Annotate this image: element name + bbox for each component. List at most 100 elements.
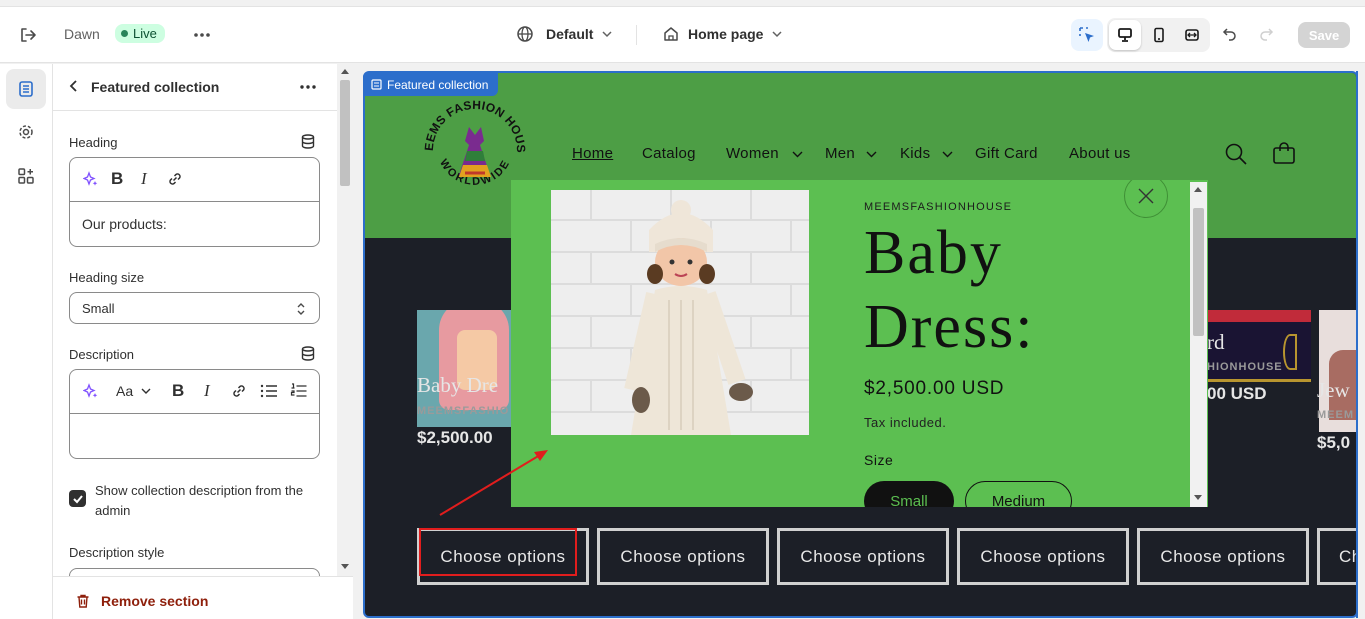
exit-icon[interactable] xyxy=(18,25,38,45)
modal-scroll-thumb[interactable] xyxy=(1193,208,1204,336)
scroll-up-arrow[interactable] xyxy=(341,68,349,74)
scroll-down-arrow[interactable] xyxy=(341,564,349,570)
font-size-dropdown[interactable]: Aa xyxy=(116,383,151,399)
nav-men[interactable]: Men xyxy=(825,145,855,162)
nav-home[interactable]: Home xyxy=(572,145,613,162)
close-button[interactable] xyxy=(1124,180,1168,218)
nav-about-us[interactable]: About us xyxy=(1069,145,1131,162)
chevron-down-icon xyxy=(942,151,953,158)
scroll-up-arrow[interactable] xyxy=(1194,186,1202,192)
section-tag[interactable]: Featured collection xyxy=(363,73,499,96)
choose-options-button[interactable]: Choose options xyxy=(957,528,1129,585)
choose-options-button[interactable]: Choose options xyxy=(777,528,949,585)
settings-rail-button[interactable] xyxy=(6,112,46,152)
back-arrow-icon[interactable] xyxy=(67,79,81,98)
modal-price: $2,500.00 USD xyxy=(864,378,1005,399)
size-label: Size xyxy=(864,452,894,468)
save-button[interactable]: Save xyxy=(1298,22,1350,48)
nav-kids[interactable]: Kids xyxy=(900,145,930,162)
remove-section-label: Remove section xyxy=(101,593,209,609)
more-actions-icon[interactable] xyxy=(299,78,317,101)
panel-header: Featured collection xyxy=(53,64,337,111)
link-icon[interactable] xyxy=(230,382,248,405)
dynamic-source-icon[interactable] xyxy=(301,134,315,154)
heading-input[interactable]: Our products: xyxy=(82,216,167,232)
product-vendor: MEEM xyxy=(1317,409,1354,421)
select-arrows-icon xyxy=(295,301,307,322)
panel-scrollbar[interactable] xyxy=(337,64,353,576)
scroll-down-arrow[interactable] xyxy=(1194,495,1202,501)
bullet-list-icon[interactable] xyxy=(260,383,278,404)
chevron-down-icon xyxy=(141,388,151,394)
product-title[interactable]: Baby Dre xyxy=(417,373,498,398)
dynamic-source-icon[interactable] xyxy=(301,346,315,366)
remove-section-button[interactable]: Remove section xyxy=(75,593,208,609)
apps-rail-button[interactable] xyxy=(6,156,46,196)
nav-catalog[interactable]: Catalog xyxy=(642,145,696,162)
choose-options-button[interactable]: Ch xyxy=(1317,528,1356,585)
heading-size-label: Heading size xyxy=(69,270,145,285)
size-option-medium[interactable]: Medium xyxy=(965,481,1072,507)
more-actions-icon[interactable] xyxy=(192,25,212,45)
template-select-label: Default xyxy=(546,26,594,42)
choose-options-button[interactable]: Choose options xyxy=(597,528,769,585)
editor-rail xyxy=(0,64,53,619)
nav-gift-card[interactable]: Gift Card xyxy=(975,145,1038,162)
choose-options-button[interactable]: Choose options xyxy=(1137,528,1309,585)
heading-label: Heading xyxy=(69,135,118,150)
font-size-label: Aa xyxy=(116,383,134,399)
settings-panel: Featured collection Heading B I Our prod… xyxy=(53,64,353,619)
bold-icon[interactable]: B xyxy=(111,169,123,189)
description-toolbar: Aa B I xyxy=(70,370,319,414)
home-icon xyxy=(664,27,678,41)
product-title[interactable]: rd xyxy=(1207,330,1225,355)
trash-icon xyxy=(77,594,89,608)
inspector-toggle[interactable] xyxy=(1071,19,1103,51)
italic-icon[interactable]: I xyxy=(204,381,210,401)
fullscreen-view-button[interactable] xyxy=(1176,20,1208,50)
cursor-select-icon xyxy=(1079,27,1094,42)
cart-icon[interactable] xyxy=(1272,141,1296,170)
chevron-down-icon xyxy=(602,31,612,38)
editor-topbar: Dawn Live Default Home page Save xyxy=(0,6,1365,63)
modal-title-line: Dress: xyxy=(864,293,1035,361)
viewport-toggle-group xyxy=(1107,18,1210,52)
numbered-list-icon[interactable] xyxy=(290,382,308,405)
heading-size-value: Small xyxy=(82,301,115,316)
description-richtext-editor: Aa B I xyxy=(69,369,320,459)
panel-scroll-thumb[interactable] xyxy=(340,80,350,186)
product-price: $5,0 xyxy=(1317,433,1351,452)
description-label: Description xyxy=(69,347,135,362)
template-select[interactable]: Default xyxy=(516,25,613,43)
panel-title: Featured collection xyxy=(91,79,220,95)
status-badge: Live xyxy=(115,24,165,43)
product-image[interactable] xyxy=(551,190,809,435)
redo-icon[interactable] xyxy=(1257,25,1275,43)
product-title[interactable]: Jew xyxy=(1317,378,1350,403)
desktop-view-button[interactable] xyxy=(1109,20,1141,50)
frame-edge xyxy=(1356,71,1358,618)
modal-title: Baby Dress: xyxy=(864,216,1034,364)
undo-icon[interactable] xyxy=(1221,25,1239,43)
modal-scrollbar[interactable] xyxy=(1190,182,1207,507)
mobile-icon xyxy=(1154,27,1164,43)
show-description-label: Show collection description from the adm… xyxy=(95,483,304,518)
nav-women[interactable]: Women xyxy=(726,145,779,162)
italic-icon[interactable]: I xyxy=(141,169,147,189)
show-description-checkbox[interactable] xyxy=(69,490,86,507)
page-select[interactable]: Home page xyxy=(662,25,783,43)
heading-toolbar: B I xyxy=(70,158,319,202)
bold-icon[interactable]: B xyxy=(172,381,184,401)
search-icon[interactable] xyxy=(1225,143,1247,170)
mobile-view-button[interactable] xyxy=(1143,20,1175,50)
modal-title-line: Baby xyxy=(864,219,1003,287)
link-icon[interactable] xyxy=(166,170,184,193)
ai-sparkle-icon[interactable] xyxy=(82,171,99,192)
sections-rail-button[interactable] xyxy=(6,69,46,109)
ai-sparkle-icon[interactable] xyxy=(82,383,99,404)
chevron-down-icon xyxy=(792,151,803,158)
product-price: 00 USD xyxy=(1207,384,1267,403)
size-option-small[interactable]: Small xyxy=(864,481,954,507)
heading-size-select[interactable]: Small xyxy=(69,292,320,324)
tax-note: Tax included. xyxy=(864,415,947,430)
